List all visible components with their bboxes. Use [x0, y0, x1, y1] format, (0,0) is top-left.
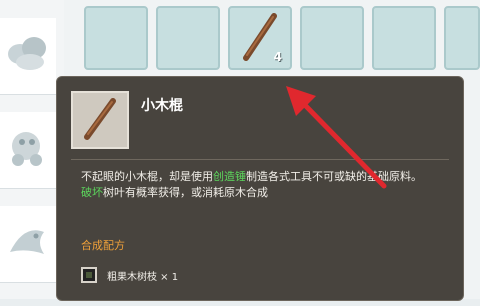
ore-icon	[8, 37, 46, 70]
inventory-slot[interactable]	[84, 6, 148, 70]
item-count: 4	[273, 50, 282, 64]
category-tile-2[interactable]	[0, 112, 56, 189]
inventory-slot-stick[interactable]: 4	[228, 6, 292, 70]
item-tooltip: 小木棍 不起眼的小木棍，却是使用创造锤制造各式工具不可或缺的基础原料。 破坏树叶…	[56, 76, 464, 301]
tooltip-title: 小木棍	[141, 98, 183, 114]
category-tile-3[interactable]	[0, 206, 56, 283]
creature-icon	[12, 132, 42, 166]
tooltip-item-icon	[71, 91, 129, 149]
inventory-slot[interactable]	[372, 6, 436, 70]
inventory-slot[interactable]	[156, 6, 220, 70]
tooltip-description: 不起眼的小木棍，却是使用创造锤制造各式工具不可或缺的基础原料。 破坏树叶有概率获…	[81, 169, 441, 201]
inventory-slot[interactable]	[300, 6, 364, 70]
inventory-slot[interactable]	[444, 6, 480, 70]
desc-highlight: 破坏	[81, 186, 103, 199]
recipe-item: 粗果木树枝 × 1	[81, 265, 178, 285]
category-tile-1[interactable]	[0, 18, 56, 95]
wooden-stick-icon	[84, 98, 116, 140]
branch-icon	[81, 267, 97, 283]
desc-text: 制造各式工具不可或缺的基础原料。	[246, 170, 422, 183]
desc-text: 树叶有概率获得，或消耗原木合成	[103, 186, 268, 199]
tooltip-divider	[71, 159, 449, 160]
recipe-item-label: 粗果木树枝 × 1	[107, 271, 179, 283]
bird-icon	[10, 230, 44, 254]
desc-text: 不起眼的小木棍，却是使用	[81, 170, 213, 183]
desc-highlight: 创造锤	[213, 170, 246, 183]
recipe-title: 合成配方	[81, 239, 125, 252]
